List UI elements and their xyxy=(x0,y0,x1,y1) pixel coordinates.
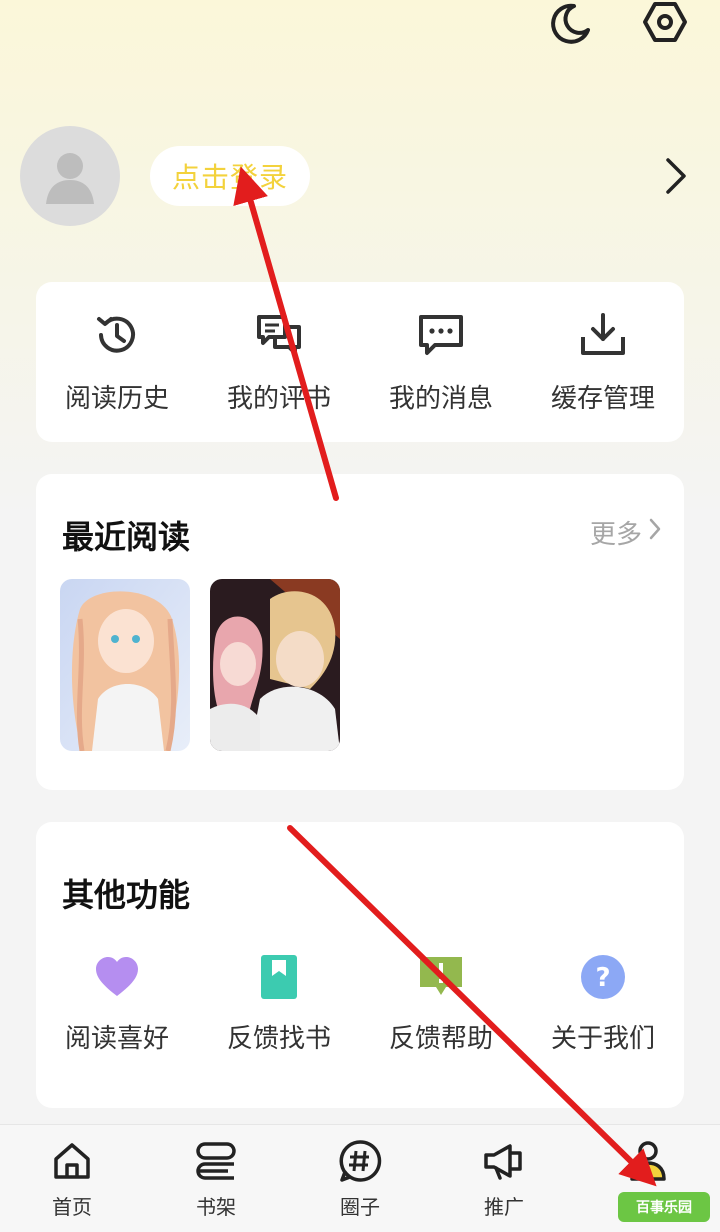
comic-cover-2[interactable] xyxy=(210,579,340,751)
bookshelf-icon xyxy=(194,1139,238,1183)
other-feedback-find-book[interactable]: 反馈找书 xyxy=(198,952,360,1055)
tab-home[interactable]: 首页 xyxy=(0,1125,144,1232)
tab-promote[interactable]: 推广 xyxy=(432,1125,576,1232)
quick-action-cache-management[interactable]: 缓存管理 xyxy=(522,282,684,442)
quick-action-label: 阅读历史 xyxy=(64,384,169,414)
top-bar xyxy=(0,0,720,50)
bottom-tab-bar: 首页 书架 圈子 推广 我的 xyxy=(0,1124,720,1232)
quick-action-label: 我的评书 xyxy=(226,384,331,414)
other-functions-title: 其他功能 xyxy=(62,876,191,914)
watermark-logo: 百事乐园 xyxy=(618,1192,710,1222)
login-button[interactable]: 点击登录 xyxy=(150,146,310,206)
other-feedback-help[interactable]: 反馈帮助 xyxy=(360,952,522,1055)
other-reading-preference[interactable]: 阅读喜好 xyxy=(36,952,198,1055)
other-item-label: 反馈找书 xyxy=(226,1024,331,1054)
other-item-label: 阅读喜好 xyxy=(64,1024,169,1054)
profile-icon xyxy=(626,1139,670,1183)
megaphone-icon xyxy=(482,1139,526,1183)
quick-action-reading-history[interactable]: 阅读历史 xyxy=(36,282,198,442)
quick-action-label: 缓存管理 xyxy=(550,384,655,414)
question-icon: ? xyxy=(578,952,628,1002)
message-icon xyxy=(416,310,466,360)
tab-bookshelf[interactable]: 书架 xyxy=(144,1125,288,1232)
tab-label: 书架 xyxy=(196,1195,236,1219)
more-label: 更多 xyxy=(589,520,642,550)
heart-icon xyxy=(92,952,142,1002)
other-about-us[interactable]: ? 关于我们 xyxy=(522,952,684,1055)
gear-icon[interactable] xyxy=(641,0,689,48)
quick-action-my-reviews[interactable]: 我的评书 xyxy=(198,282,360,442)
svg-text:?: ? xyxy=(595,963,610,993)
other-functions-card: 其他功能 阅读喜好 反馈找书 反馈帮助 ? 关于我们 xyxy=(36,822,684,1108)
comments-icon xyxy=(254,310,304,360)
chevron-right-icon[interactable] xyxy=(660,156,692,196)
bookmark-icon xyxy=(254,952,304,1002)
profile-section: 点击登录 xyxy=(0,126,720,226)
tab-circle[interactable]: 圈子 xyxy=(288,1125,432,1232)
quick-actions-card: 阅读历史 我的评书 我的消息 缓存管理 xyxy=(36,282,684,442)
recent-reading-card: 最近阅读 更多 xyxy=(36,474,684,790)
hashtag-icon xyxy=(338,1139,382,1183)
tab-label: 首页 xyxy=(52,1195,92,1219)
moon-icon[interactable] xyxy=(544,0,592,48)
feedback-icon xyxy=(416,952,466,1002)
recent-reading-title: 最近阅读 xyxy=(62,518,191,556)
download-icon xyxy=(578,310,628,360)
quick-action-my-messages[interactable]: 我的消息 xyxy=(360,282,522,442)
tab-label: 圈子 xyxy=(340,1195,380,1219)
quick-action-label: 我的消息 xyxy=(388,384,493,414)
other-item-label: 关于我们 xyxy=(550,1024,655,1054)
comic-cover-1[interactable] xyxy=(60,579,190,751)
home-icon xyxy=(50,1139,94,1183)
tab-label: 推广 xyxy=(484,1195,524,1219)
user-placeholder-icon[interactable] xyxy=(20,126,120,226)
history-icon xyxy=(92,310,142,360)
more-link[interactable]: 更多 xyxy=(590,514,662,551)
chevron-right-icon xyxy=(648,517,662,548)
other-item-label: 反馈帮助 xyxy=(388,1024,493,1054)
